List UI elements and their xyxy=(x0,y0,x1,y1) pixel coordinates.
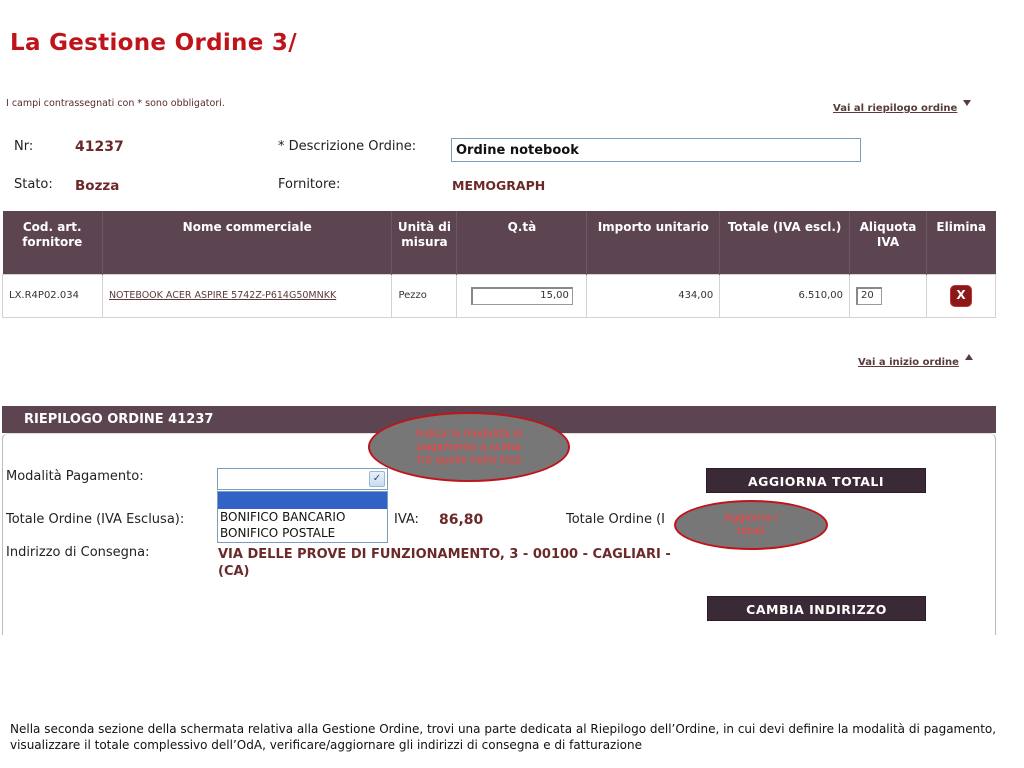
arrow-down-icon xyxy=(963,100,972,106)
payment-option-bonifico-postale[interactable]: BONIFICO POSTALE xyxy=(218,525,387,541)
order-description-input[interactable] xyxy=(451,138,861,162)
slide-title: La Gestione Ordine 3/ xyxy=(10,30,297,56)
col-header-unit-price: Importo unitario xyxy=(586,211,721,274)
cell-total: 6.510,00 xyxy=(719,273,851,318)
cell-code: LX.R4P02.034 xyxy=(2,273,103,318)
cell-name: NOTEBOOK ACER ASPIRE 5742Z-P614G50MNKK xyxy=(101,273,393,318)
delete-row-button[interactable]: X xyxy=(950,285,971,306)
total-incl-label: Totale Ordine (I xyxy=(566,512,665,527)
vat-label: IVA: xyxy=(394,512,419,527)
totals-callout: Aggiorna i totali xyxy=(674,500,828,550)
payment-option-empty[interactable] xyxy=(218,492,387,509)
summary-link-wrapper[interactable]: Vai al riepilogo ordine xyxy=(833,96,972,115)
col-header-vat: Aliquota IVA xyxy=(849,211,927,274)
vat-rate-input[interactable]: 20 xyxy=(856,286,883,305)
address-label: Indirizzo di Consegna: xyxy=(6,545,150,560)
order-items-table: Cod. art. fornitore Nome commerciale Uni… xyxy=(2,211,997,318)
cell-unit-price: 434,00 xyxy=(586,273,721,318)
chevron-down-icon[interactable]: ✓ xyxy=(369,471,385,487)
payment-callout: Indica la modalità di pagamento a scelta… xyxy=(368,412,570,482)
product-name-link[interactable]: NOTEBOOK ACER ASPIRE 5742Z-P614G50MNKK xyxy=(109,290,336,301)
col-header-qty: Q.tà xyxy=(456,211,588,274)
cell-qty: 15,00 xyxy=(456,273,588,318)
update-totals-button[interactable]: AGGIORNA TOTALI xyxy=(706,468,926,493)
description-label: * Descrizione Ordine: xyxy=(278,139,417,154)
go-to-summary-link[interactable]: Vai al riepilogo ordine xyxy=(833,103,957,114)
payment-options-list[interactable]: BONIFICO BANCARIO BONIFICO POSTALE xyxy=(217,491,388,543)
quantity-input[interactable]: 15,00 xyxy=(470,286,573,305)
cell-delete: X xyxy=(925,273,997,318)
cell-vat: 20 xyxy=(849,273,927,318)
col-header-code: Cod. art. fornitore xyxy=(2,211,103,274)
nr-label: Nr: xyxy=(14,139,34,154)
table-header-row: Cod. art. fornitore Nome commerciale Uni… xyxy=(2,211,996,274)
col-header-name: Nome commerciale xyxy=(102,211,393,274)
change-address-button[interactable]: CAMBIA INDIRIZZO xyxy=(707,596,926,621)
payment-label: Modalità Pagamento: xyxy=(6,469,144,484)
order-number: 41237 xyxy=(75,139,124,155)
delivery-address: VIA DELLE PROVE DI FUNZIONAMENTO, 3 - 00… xyxy=(218,547,671,579)
status-label: Stato: xyxy=(14,177,53,192)
col-header-unit: Unità di misura xyxy=(391,211,458,274)
table-row: LX.R4P02.034 NOTEBOOK ACER ASPIRE 5742Z-… xyxy=(2,273,997,318)
status-value: Bozza xyxy=(75,178,120,194)
required-fields-note: I campi contrassegnati con * sono obblig… xyxy=(6,98,225,109)
supplier-label: Fornitore: xyxy=(278,177,341,192)
go-to-start-link[interactable]: Vai a inizio ordine xyxy=(858,357,959,368)
start-link-wrapper[interactable]: Vai a inizio ordine xyxy=(858,350,973,369)
footer-description: Nella seconda sezione della schermata re… xyxy=(10,722,997,752)
payment-method-select[interactable]: ✓ xyxy=(217,468,388,490)
cell-unit: Pezzo xyxy=(391,273,458,318)
supplier-value: MEMOGRAPH xyxy=(452,178,546,193)
total-excl-label: Totale Ordine (IVA Esclusa): xyxy=(6,512,185,527)
arrow-up-icon xyxy=(964,354,973,360)
vat-value: 86,80 xyxy=(439,512,484,528)
payment-option-bonifico-bancario[interactable]: BONIFICO BANCARIO xyxy=(218,509,387,525)
col-header-delete: Elimina xyxy=(926,211,996,274)
col-header-total: Totale (IVA escl.) xyxy=(719,211,851,274)
